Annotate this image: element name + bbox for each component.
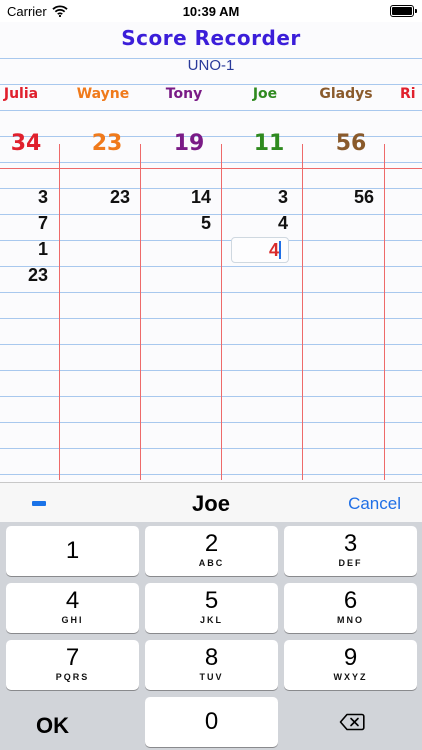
key-letters: MNO xyxy=(337,615,364,625)
key-digit: 0 xyxy=(204,708,219,735)
app-title: Score Recorder xyxy=(121,26,301,50)
key-digit: 2 xyxy=(204,530,219,557)
score-entry-field[interactable]: 4 xyxy=(231,237,289,263)
backspace-icon[interactable] xyxy=(339,713,365,736)
key-digit: 8 xyxy=(204,644,219,671)
status-bar: Carrier 10:39 AM xyxy=(0,0,422,22)
key-digit: 6 xyxy=(343,587,358,614)
key-7[interactable]: 7 PQRS xyxy=(6,640,139,690)
score-cell[interactable]: 23 xyxy=(0,265,48,286)
key-digit: 7 xyxy=(65,644,80,671)
key-digit: 9 xyxy=(343,644,358,671)
number-keypad: 1 2 ABC 3 DEF 4 GHI 5 JKL 6 MNO 7 PQRS 8… xyxy=(0,522,422,750)
key-0[interactable]: 0 xyxy=(145,697,278,747)
key-digit: 4 xyxy=(65,587,80,614)
score-cell[interactable]: 23 xyxy=(60,187,130,208)
player-total-tony: 19 xyxy=(173,131,205,156)
key-letters: DEF xyxy=(338,558,363,568)
column-divider xyxy=(302,144,303,480)
key-letters: WXYZ xyxy=(333,672,368,682)
player-total-julia: 34 xyxy=(10,131,42,156)
score-entry-value: 4 xyxy=(268,240,279,260)
player-name-tony[interactable]: Tony xyxy=(143,86,225,102)
key-2[interactable]: 2 ABC xyxy=(145,526,278,576)
player-name-gladys[interactable]: Gladys xyxy=(305,86,387,102)
score-cell[interactable]: 5 xyxy=(141,213,211,234)
player-total-joe: 11 xyxy=(253,131,285,156)
key-digit: 1 xyxy=(65,537,80,564)
key-9[interactable]: 9 WXYZ xyxy=(284,640,417,690)
key-8[interactable]: 8 TUV xyxy=(145,640,278,690)
cancel-button[interactable]: Cancel xyxy=(348,494,401,514)
player-name-julia[interactable]: Julia xyxy=(0,86,62,102)
score-cell[interactable]: 1 xyxy=(0,239,48,260)
keypad-header: Joe Cancel xyxy=(0,482,422,523)
player-name-joe[interactable]: Joe xyxy=(224,86,306,102)
totals-divider xyxy=(0,168,422,169)
key-1[interactable]: 1 xyxy=(6,526,139,576)
player-total-wayne: 23 xyxy=(91,131,123,156)
key-letters: ABC xyxy=(198,558,225,568)
score-cell[interactable]: 3 xyxy=(0,187,48,208)
key-6[interactable]: 6 MNO xyxy=(284,583,417,633)
key-letters: JKL xyxy=(199,615,223,625)
key-digit: 5 xyxy=(204,587,219,614)
key-digit: 3 xyxy=(343,530,358,557)
ok-button[interactable]: OK xyxy=(36,713,69,739)
score-cell[interactable]: 4 xyxy=(218,213,288,234)
key-3[interactable]: 3 DEF xyxy=(284,526,417,576)
player-name-wayne[interactable]: Wayne xyxy=(62,86,144,102)
player-total-gladys: 56 xyxy=(335,131,367,156)
score-cell[interactable]: 14 xyxy=(141,187,211,208)
key-letters: TUV xyxy=(199,672,224,682)
key-4[interactable]: 4 GHI xyxy=(6,583,139,633)
player-name-partial[interactable]: Ri xyxy=(400,86,422,102)
text-cursor xyxy=(279,241,281,259)
key-letters: GHI xyxy=(61,615,84,625)
battery-icon xyxy=(390,5,417,17)
column-divider xyxy=(384,144,385,480)
score-cell[interactable]: 7 xyxy=(0,213,48,234)
game-name[interactable]: UNO-1 xyxy=(0,57,422,74)
score-cell[interactable]: 3 xyxy=(218,187,288,208)
key-letters: PQRS xyxy=(55,672,90,682)
clock: 10:39 AM xyxy=(182,4,240,19)
score-cell[interactable]: 56 xyxy=(304,187,374,208)
key-5[interactable]: 5 JKL xyxy=(145,583,278,633)
